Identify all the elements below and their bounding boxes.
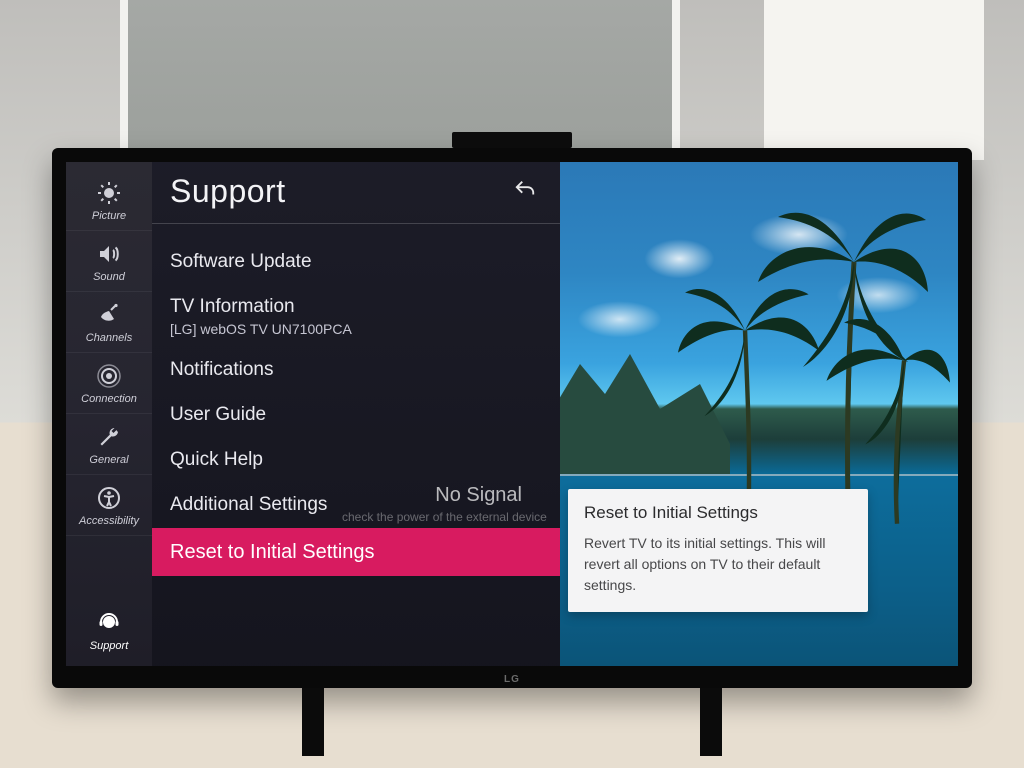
satellite-icon — [95, 301, 123, 329]
wallpaper-area: Reset to Initial Settings Revert TV to i… — [560, 162, 958, 666]
wrench-icon — [95, 423, 123, 451]
back-icon — [514, 187, 536, 204]
rail-item-label: Channels — [86, 332, 132, 344]
rail-item-channels[interactable]: Channels — [66, 292, 152, 353]
menu-item-reset-initial[interactable]: Reset to Initial Settings — [152, 528, 560, 576]
rail-item-sound[interactable]: Sound — [66, 231, 152, 292]
settings-panel: Support No Signal check the power of the… — [152, 162, 560, 666]
back-button[interactable] — [508, 172, 542, 211]
rail-item-label: Picture — [92, 210, 126, 222]
description-title: Reset to Initial Settings — [584, 503, 852, 523]
tv-mount — [452, 132, 572, 148]
rail-item-label: General — [89, 454, 128, 466]
menu-item-additional-settings[interactable]: Additional Settings — [152, 483, 560, 528]
rail-item-connection[interactable]: Connection — [66, 353, 152, 414]
room-window — [120, 0, 680, 160]
settings-menu: Software Update TV Information [LG] webO… — [152, 224, 560, 576]
accessibility-icon — [95, 484, 123, 512]
rail-item-label: Support — [90, 640, 129, 652]
menu-item-sublabel: [LG] webOS TV UN7100PCA — [170, 321, 542, 338]
tv-brand-label: LG — [504, 674, 520, 685]
description-body: Revert TV to its initial settings. This … — [584, 533, 852, 596]
menu-item-tv-information[interactable]: TV Information [LG] webOS TV UN7100PCA — [152, 285, 560, 349]
tv-screen: Picture Sound Channels — [66, 162, 958, 666]
menu-item-notifications[interactable]: Notifications — [152, 348, 560, 393]
menu-item-user-guide[interactable]: User Guide — [152, 393, 560, 438]
menu-item-label: Quick Help — [170, 449, 263, 470]
support-icon — [95, 609, 123, 637]
rail-item-support[interactable]: Support — [66, 600, 152, 660]
rail-item-label: Accessibility — [79, 515, 139, 527]
tv-frame: LG Picture Sound — [52, 148, 972, 688]
menu-item-label: User Guide — [170, 404, 266, 425]
menu-item-label: Additional Settings — [170, 494, 327, 515]
menu-item-label: Notifications — [170, 359, 274, 380]
menu-item-label: TV Information — [170, 296, 295, 317]
menu-item-software-update[interactable]: Software Update — [152, 240, 560, 285]
panel-title: Support — [170, 173, 286, 210]
connection-icon — [95, 362, 123, 390]
rail-item-label: Connection — [81, 393, 137, 405]
menu-item-label: Reset to Initial Settings — [170, 541, 375, 563]
menu-item-quick-help[interactable]: Quick Help — [152, 438, 560, 483]
rail-item-general[interactable]: General — [66, 414, 152, 475]
rail-item-picture[interactable]: Picture — [66, 170, 152, 231]
room-blind — [764, 0, 984, 160]
sound-icon — [95, 240, 123, 268]
picture-icon — [95, 179, 123, 207]
category-rail: Picture Sound Channels — [66, 162, 152, 666]
menu-item-label: Software Update — [170, 251, 312, 272]
rail-item-accessibility[interactable]: Accessibility — [66, 475, 152, 536]
rail-item-label: Sound — [93, 271, 125, 283]
description-card: Reset to Initial Settings Revert TV to i… — [568, 489, 868, 612]
